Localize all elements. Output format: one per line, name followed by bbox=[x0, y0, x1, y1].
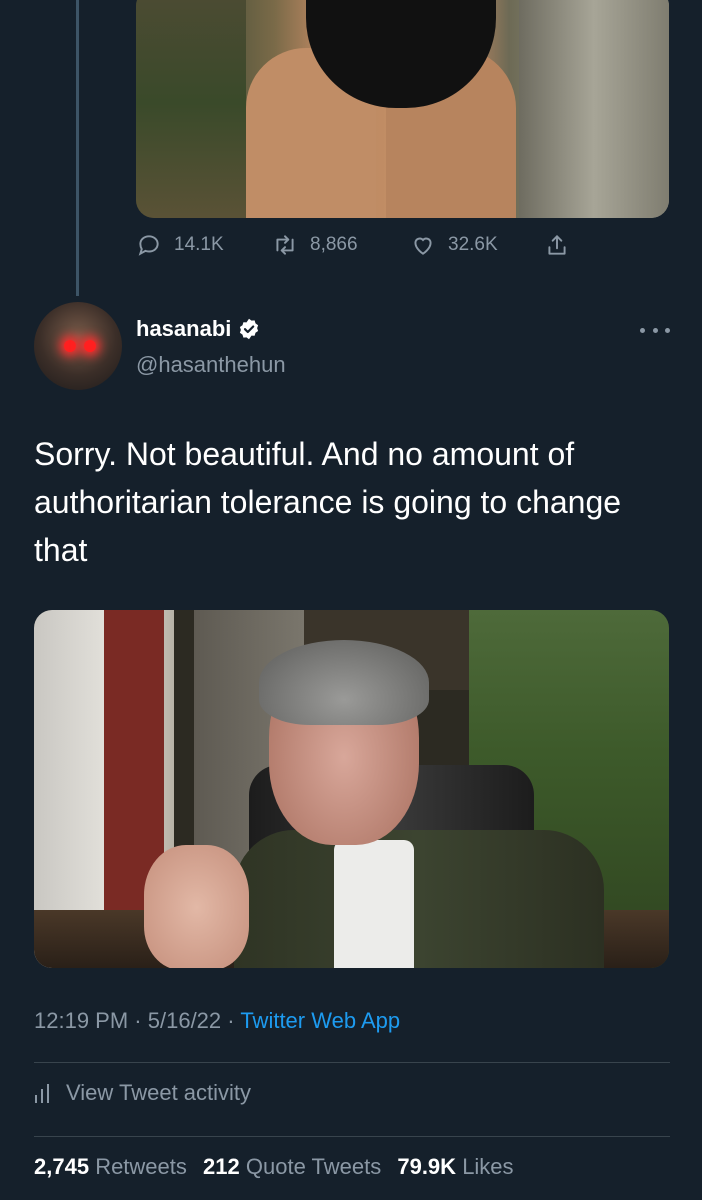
tweet-detail-screen: 14.1K 8,866 32.6K hasanabi @hasanthehun … bbox=[0, 0, 702, 1200]
retweet-count: 8,866 bbox=[310, 234, 358, 255]
retweet-button[interactable]: 8,866 bbox=[272, 232, 358, 258]
retweet-icon bbox=[276, 235, 294, 255]
share-button[interactable] bbox=[544, 232, 582, 258]
tweet-source-link[interactable]: Twitter Web App bbox=[240, 1008, 400, 1033]
view-tweet-activity-button[interactable]: View Tweet activity bbox=[34, 1080, 251, 1106]
like-count: 32.6K bbox=[448, 234, 498, 255]
like-button[interactable]: 32.6K bbox=[410, 232, 498, 258]
like-icon bbox=[414, 237, 432, 255]
tweet-metadata: 12:19 PM · 5/16/22 · Twitter Web App bbox=[34, 1008, 401, 1033]
view-tweet-activity-label: View Tweet activity bbox=[66, 1080, 252, 1105]
author-handle[interactable]: @hasanthehun bbox=[136, 352, 286, 378]
activity-icon bbox=[35, 1084, 49, 1103]
more-icon bbox=[640, 327, 645, 333]
retweets-stat[interactable]: 2,745 Retweets bbox=[34, 1154, 187, 1179]
reply-count: 14.1K bbox=[174, 234, 224, 255]
tweet-stats: 2,745 Retweets 212 Quote Tweets 79.9K Li… bbox=[34, 1154, 524, 1180]
more-options-button[interactable] bbox=[640, 320, 670, 340]
thread-connector-line bbox=[76, 0, 79, 296]
verified-icon bbox=[240, 318, 259, 340]
tweet-image[interactable] bbox=[34, 610, 669, 968]
divider bbox=[34, 1062, 670, 1063]
previous-tweet-image[interactable] bbox=[136, 0, 669, 218]
reply-icon bbox=[138, 235, 159, 256]
quote-tweets-stat[interactable]: 212 Quote Tweets bbox=[203, 1154, 381, 1179]
tweet-time: 12:19 PM bbox=[34, 1008, 129, 1033]
display-name: hasanabi bbox=[136, 316, 232, 341]
tweet-text: Sorry. Not beautiful. And no amount of a… bbox=[34, 436, 622, 568]
divider bbox=[34, 1136, 670, 1137]
tweet-date: 5/16/22 bbox=[147, 1008, 222, 1033]
share-icon bbox=[548, 235, 566, 255]
author-name[interactable]: hasanabi bbox=[136, 316, 261, 342]
likes-stat[interactable]: 79.9K Likes bbox=[397, 1154, 513, 1179]
reply-button[interactable]: 14.1K bbox=[136, 232, 224, 258]
avatar[interactable] bbox=[34, 302, 122, 390]
